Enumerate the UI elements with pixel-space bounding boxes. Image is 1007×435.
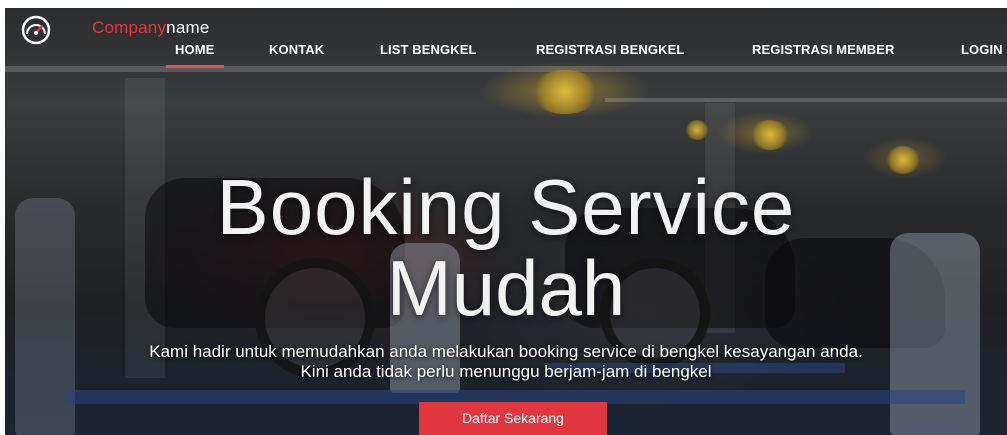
- nav-item-registrasi-member[interactable]: REGISTRASI MEMBER: [752, 42, 895, 57]
- brand-name-accent: Company: [92, 18, 167, 37]
- brand-name-rest: name: [166, 18, 210, 37]
- hero-subtitle-line2: Kini anda tidak perlu menunggu berjam-ja…: [300, 362, 712, 381]
- nav-item-list-bengkel[interactable]: LIST BENGKEL: [380, 42, 477, 57]
- workshop-lamp: [750, 120, 790, 150]
- nav-item-kontak[interactable]: KONTAK: [269, 42, 324, 57]
- hero-title-line2: Mudah: [386, 244, 626, 332]
- hero-section: Companyname HOME KONTAK LIST BENGKEL REG…: [5, 8, 1007, 435]
- speedometer-icon[interactable]: [20, 14, 52, 46]
- hero-title-line1: Booking Service: [216, 163, 796, 251]
- brand-name[interactable]: Companyname: [92, 18, 210, 38]
- nav-item-registrasi-bengkel[interactable]: REGISTRASI BENGKEL: [536, 42, 684, 57]
- ceiling-beam: [5, 66, 1007, 72]
- workshop-lamp: [685, 120, 709, 140]
- ceiling-beam: [605, 98, 1007, 102]
- workshop-lamp: [530, 70, 600, 114]
- nav-item-home[interactable]: HOME: [165, 42, 225, 68]
- nav-item-login[interactable]: LOGIN: [961, 42, 1003, 57]
- daftar-sekarang-button[interactable]: Daftar Sekarang: [419, 402, 607, 435]
- hero-subtitle-line1: Kami hadir untuk memudahkan anda melakuk…: [149, 342, 863, 361]
